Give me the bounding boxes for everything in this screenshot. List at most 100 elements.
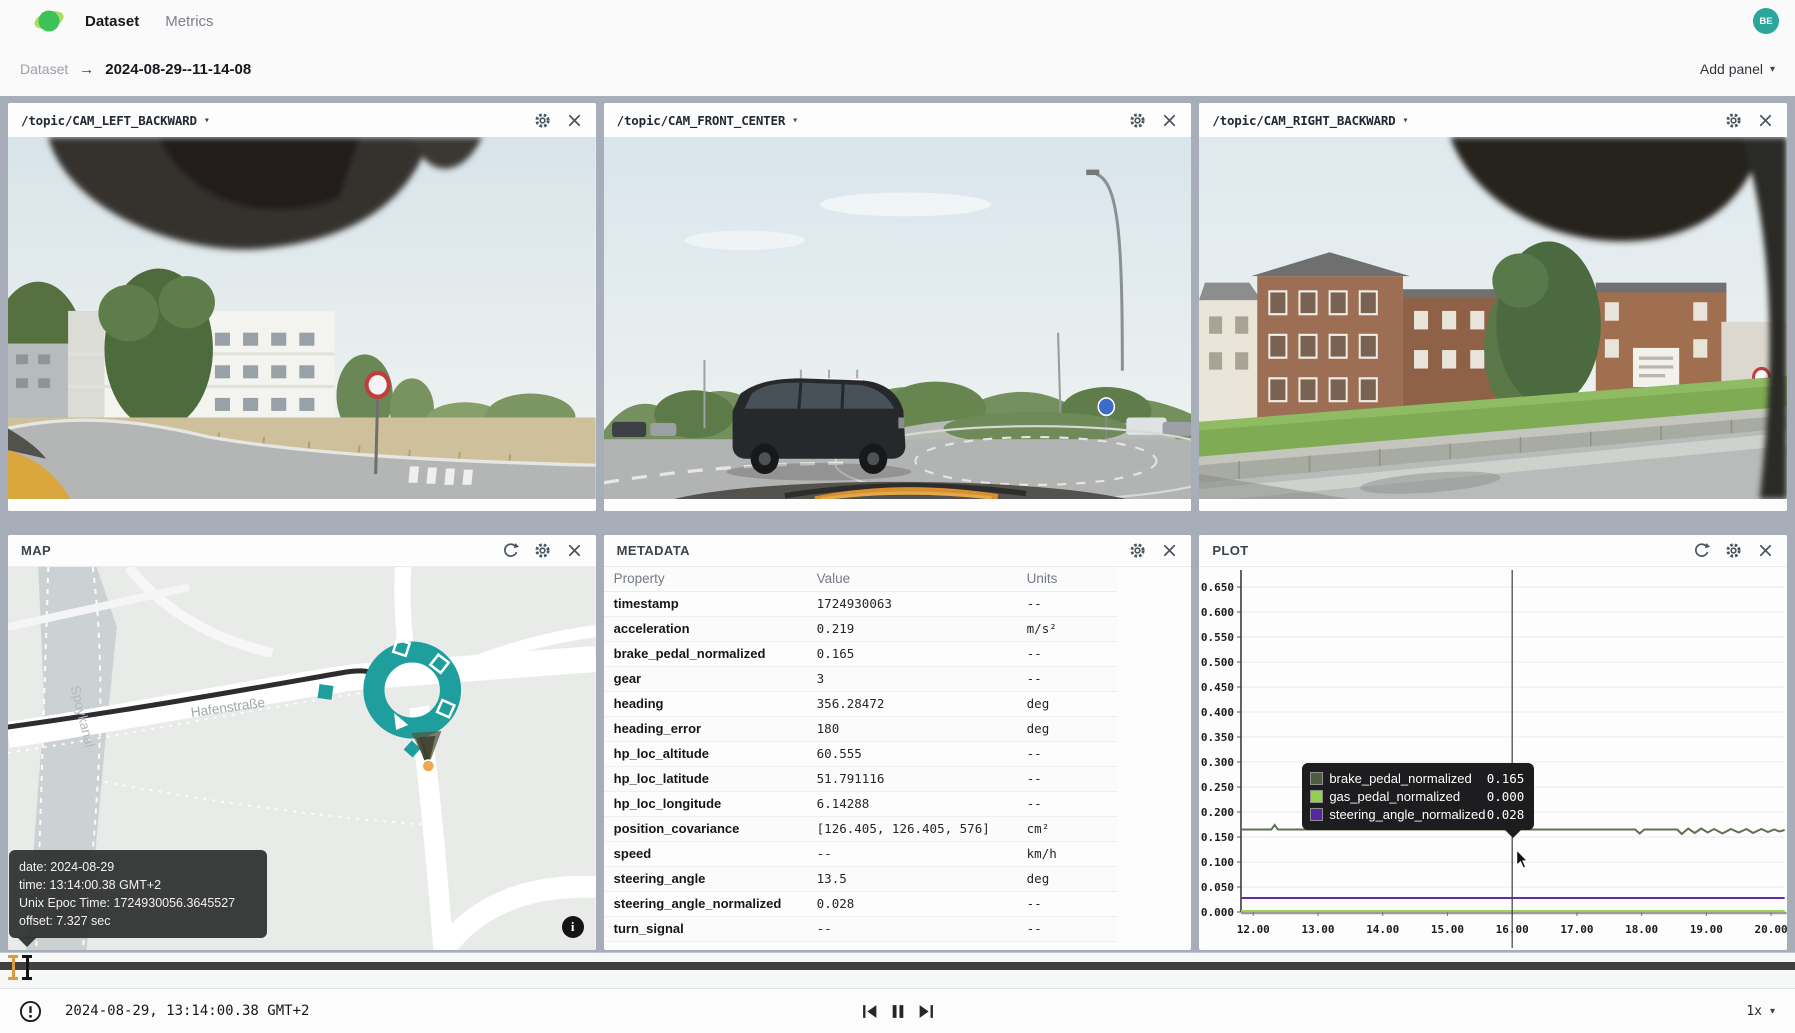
svg-text:0.150: 0.150 <box>1201 831 1234 844</box>
alert-icon[interactable] <box>19 1000 42 1023</box>
table-row[interactable]: hp_loc_longitude6.14288-- <box>604 791 1117 816</box>
topic-selector-cam-right[interactable]: /topic/CAM_RIGHT_BACKWARD ▾ <box>1212 113 1408 128</box>
legend-swatch <box>1310 772 1323 785</box>
refresh-icon[interactable] <box>1693 542 1710 559</box>
close-icon[interactable] <box>566 112 583 129</box>
close-icon[interactable] <box>1757 542 1774 559</box>
table-row[interactable]: steering_angle13.5deg <box>604 866 1117 891</box>
close-icon[interactable] <box>1161 542 1178 559</box>
close-icon[interactable] <box>1757 112 1774 129</box>
svg-text:0.450: 0.450 <box>1201 681 1234 694</box>
add-panel-label: Add panel <box>1700 61 1763 77</box>
tooltip-offset: offset: 7.327 sec <box>19 912 257 930</box>
svg-text:18.00: 18.00 <box>1625 923 1658 936</box>
topic-title: /topic/CAM_FRONT_CENTER <box>617 113 786 128</box>
chevron-down-icon: ▾ <box>204 115 210 126</box>
tab-metrics[interactable]: Metrics <box>165 13 213 30</box>
close-icon[interactable] <box>1161 112 1178 129</box>
svg-text:0.600: 0.600 <box>1201 606 1234 619</box>
gear-icon[interactable] <box>1129 542 1146 559</box>
table-row[interactable]: heading_error180deg <box>604 716 1117 741</box>
add-panel-button[interactable]: Add panel ▾ <box>1700 61 1775 77</box>
camera-image-right-backward <box>1199 137 1787 499</box>
table-row[interactable]: timestamp1724930063-- <box>604 591 1117 616</box>
property-cell: gear <box>604 666 807 691</box>
value-cell: 6.14288 <box>807 791 1017 816</box>
table-row[interactable]: speed--km/h <box>604 841 1117 866</box>
refresh-icon[interactable] <box>502 542 519 559</box>
gear-icon[interactable] <box>1725 112 1742 129</box>
topic-selector-cam-front[interactable]: /topic/CAM_FRONT_CENTER ▾ <box>617 113 798 128</box>
plot-body[interactable]: 0.0000.0500.1000.1500.2000.2500.3000.350… <box>1199 567 1787 950</box>
value-cell: [126.405, 126.405, 576] <box>807 816 1017 841</box>
panel-cam-right-backward: /topic/CAM_RIGHT_BACKWARD ▾ <box>1199 103 1787 511</box>
skip-to-start-button[interactable] <box>861 1003 878 1020</box>
gear-icon[interactable] <box>1129 112 1146 129</box>
svg-text:0.050: 0.050 <box>1201 881 1234 894</box>
table-row[interactable]: hp_loc_altitude60.555-- <box>604 741 1117 766</box>
svg-text:0.350: 0.350 <box>1201 731 1234 744</box>
close-icon[interactable] <box>566 542 583 559</box>
svg-text:0.400: 0.400 <box>1201 706 1234 719</box>
tooltip-time: time: 13:14:00.38 GMT+2 <box>19 876 257 894</box>
table-row[interactable]: hp_loc_latitude51.791116-- <box>604 766 1117 791</box>
table-row[interactable]: acceleration0.219m/s² <box>604 616 1117 641</box>
map-view[interactable]: Hafenstraße Spoykanal date: 2024-08-29 t… <box>8 567 596 950</box>
playback-speed-selector[interactable]: 1x ▾ <box>1746 1004 1775 1019</box>
timeline-range-marker[interactable] <box>8 955 18 980</box>
tab-dataset[interactable]: Dataset <box>85 13 139 30</box>
plot-chart[interactable]: 0.0000.0500.1000.1500.2000.2500.3000.350… <box>1199 567 1787 950</box>
gear-icon[interactable] <box>534 112 551 129</box>
legend-series-value: 0.165 <box>1487 771 1525 786</box>
column-header-value: Value <box>807 567 1017 591</box>
panel-map: MAP <box>8 535 596 950</box>
playback-timeline[interactable] <box>0 952 1795 988</box>
table-row[interactable]: brake_pedal_normalized0.165-- <box>604 641 1117 666</box>
plot-hover-legend: brake_pedal_normalized0.165gas_pedal_nor… <box>1302 763 1534 830</box>
table-row[interactable]: steering_angle_normalized0.028-- <box>604 891 1117 916</box>
legend-series-name: brake_pedal_normalized <box>1329 771 1486 786</box>
tooltip-date: date: 2024-08-29 <box>19 858 257 876</box>
topic-selector-cam-left[interactable]: /topic/CAM_LEFT_BACKWARD ▾ <box>21 113 210 128</box>
table-row[interactable]: turn_signal---- <box>604 916 1117 941</box>
gear-icon[interactable] <box>1725 542 1742 559</box>
skip-to-end-button[interactable] <box>917 1003 934 1020</box>
user-avatar[interactable]: BE <box>1753 8 1779 34</box>
timeline-track[interactable] <box>0 962 1795 970</box>
property-cell: speed <box>604 841 807 866</box>
panel-header: MAP <box>8 535 596 567</box>
units-cell: -- <box>1017 791 1117 816</box>
panel-workspace: /topic/CAM_LEFT_BACKWARD ▾ <box>0 96 1795 952</box>
value-cell: 3 <box>807 666 1017 691</box>
table-row[interactable]: heading356.28472deg <box>604 691 1117 716</box>
svg-text:0.300: 0.300 <box>1201 756 1234 769</box>
table-row[interactable]: position_covariance[126.405, 126.405, 57… <box>604 816 1117 841</box>
panel-header: /topic/CAM_RIGHT_BACKWARD ▾ <box>1199 103 1787 137</box>
plot-gridlines <box>1241 587 1785 887</box>
app-logo-icon[interactable] <box>33 8 65 34</box>
units-cell: deg <box>1017 716 1117 741</box>
breadcrumb-current: 2024-08-29--11-14-08 <box>105 61 251 78</box>
units-cell: -- <box>1017 916 1117 941</box>
units-cell: -- <box>1017 666 1117 691</box>
units-cell: cm² <box>1017 816 1117 841</box>
camera-image-container <box>8 137 596 511</box>
panel-title: METADATA <box>617 543 690 558</box>
value-cell: 13.5 <box>807 866 1017 891</box>
panel-header: PLOT <box>1199 535 1787 567</box>
gear-icon[interactable] <box>534 542 551 559</box>
pause-button[interactable] <box>889 1003 906 1020</box>
value-cell: -- <box>807 841 1017 866</box>
column-header-units: Units <box>1017 567 1117 591</box>
breadcrumb-bar: Dataset → 2024-08-29--11-14-08 Add panel… <box>0 42 1795 96</box>
property-cell: hp_loc_altitude <box>604 741 807 766</box>
breadcrumb-root[interactable]: Dataset <box>20 61 68 77</box>
timeline-playhead-marker[interactable] <box>22 955 32 980</box>
legend-row: brake_pedal_normalized0.165 <box>1310 769 1524 787</box>
info-icon[interactable]: i <box>562 916 584 938</box>
value-cell: 180 <box>807 716 1017 741</box>
legend-row: gas_pedal_normalized0.000 <box>1310 787 1524 805</box>
svg-text:15.00: 15.00 <box>1431 923 1464 936</box>
topic-title: /topic/CAM_LEFT_BACKWARD <box>21 113 197 128</box>
table-row[interactable]: gear3-- <box>604 666 1117 691</box>
